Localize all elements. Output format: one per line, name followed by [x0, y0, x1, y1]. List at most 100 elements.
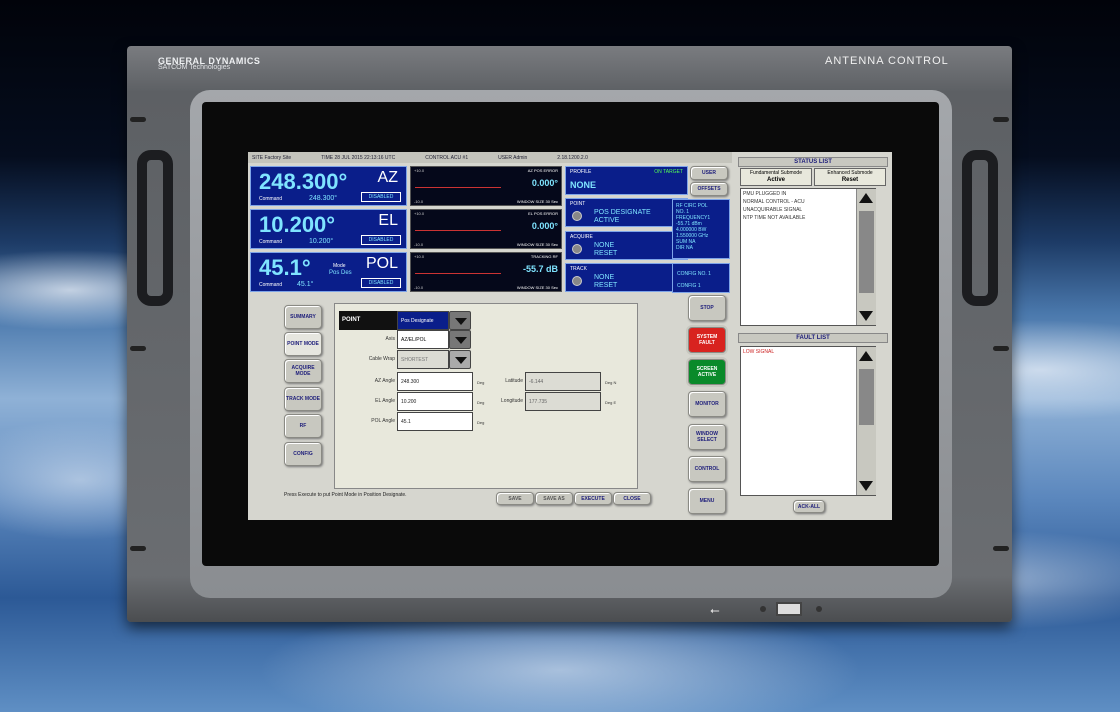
save-as-button[interactable]: SAVE AS	[535, 492, 573, 505]
chevron-down-icon[interactable]	[449, 311, 471, 330]
latitude-field: -6.144	[525, 372, 601, 391]
rf-status-box: RF CIRC POL NO. 1 FREQUENCY1 -55.71 dBm …	[672, 199, 730, 259]
longitude-label: Longitude	[501, 398, 523, 404]
user-button[interactable]: USER	[690, 166, 728, 180]
status-list-scrollbar[interactable]	[856, 189, 876, 325]
tracking-rf-plot: +10.0 -10.0 TRACKING RF -55.7 dB WINDOW …	[410, 252, 562, 292]
track-status-box[interactable]: TRACK NONE RESET	[565, 263, 688, 292]
panel-header: POINT	[339, 311, 397, 330]
status-indicator-icon	[572, 244, 582, 254]
nav-track-mode-button[interactable]: TRACK MODE	[284, 387, 322, 411]
rack-hole	[130, 546, 146, 551]
pol-angle-label: POL Angle	[371, 418, 395, 424]
rf-line: DIR NA	[676, 245, 693, 251]
menu-button[interactable]: MENU	[688, 488, 726, 514]
scroll-up-icon[interactable]	[859, 193, 873, 203]
ack-all-button[interactable]: ACK-ALL	[793, 500, 825, 513]
chevron-down-icon[interactable]	[449, 330, 471, 349]
top-status-bar: SITE Factory Site TIME 28 JUL 2015 22:13…	[248, 152, 732, 163]
screw-icon	[760, 606, 766, 612]
mode-dropdown[interactable]: Pos Designate	[397, 311, 449, 330]
plot-top-label: +10.0	[414, 211, 425, 216]
plot-window: WINDOW SIZE 30 Sec	[516, 199, 558, 204]
rack-hole	[130, 346, 146, 351]
enhanced-submode-box: Enhanced Submode Reset	[814, 168, 886, 186]
rack-hole	[993, 117, 1009, 122]
device-title: ANTENNA CONTROL	[825, 55, 949, 67]
plot-bottom-label: -10.0	[414, 242, 424, 247]
usb-port[interactable]	[776, 602, 802, 616]
az-name: AZ	[377, 169, 398, 186]
screw-icon	[816, 606, 822, 612]
window-select-button[interactable]: WINDOW SELECT	[688, 424, 726, 450]
scroll-thumb[interactable]	[859, 211, 874, 293]
fault-list-scrollbar[interactable]	[856, 347, 876, 495]
enhanced-submode-value: Reset	[841, 177, 859, 183]
list-item: LOW SIGNAL	[743, 349, 775, 355]
scroll-down-icon[interactable]	[859, 481, 873, 491]
scroll-down-icon[interactable]	[859, 311, 873, 321]
pol-readout: 45.1° Mode Pos Des POL Command 45.1° DIS…	[250, 252, 407, 292]
az-command-value: 248.300°	[309, 195, 338, 202]
scroll-up-icon[interactable]	[859, 351, 873, 361]
close-button[interactable]: CLOSE	[613, 492, 651, 505]
el-angle-input[interactable]: 10.200	[397, 392, 473, 411]
usb-icon: ⭠	[710, 603, 720, 617]
track-label: TRACK	[570, 266, 587, 272]
el-readout: 10.200° EL Command 10.200° DISABLED	[250, 209, 407, 249]
el-command-value: 10.200°	[309, 238, 334, 245]
rack-hole	[130, 117, 146, 122]
plot-trace	[415, 273, 501, 274]
pol-angle-input[interactable]: 45.1	[397, 412, 473, 431]
pol-disabled-button[interactable]: DISABLED	[361, 278, 401, 288]
az-command-label: Command	[259, 196, 283, 202]
plot-heading: AZ POS ERROR	[527, 168, 558, 173]
execute-button[interactable]: EXECUTE	[574, 492, 612, 505]
scroll-thumb[interactable]	[859, 369, 874, 425]
plot-bottom-label: -10.0	[414, 199, 424, 204]
stop-button[interactable]: STOP	[688, 295, 726, 321]
pol-mode-label: Mode	[333, 263, 346, 269]
axis-dropdown[interactable]: AZ/EL/POL	[397, 330, 449, 349]
point-status-box[interactable]: POINT POS DESIGNATE ACTIVE	[565, 198, 688, 227]
config-line: CONFIG NO. 1	[677, 271, 711, 277]
az-disabled-button[interactable]: DISABLED	[361, 192, 401, 202]
system-fault-button[interactable]: SYSTEM FAULT	[688, 327, 726, 353]
nav-config-button[interactable]: CONFIG	[284, 442, 322, 466]
latitude-label: Latitude	[505, 378, 523, 384]
rack-hole	[993, 546, 1009, 551]
nav-point-mode-button[interactable]: POINT MODE	[284, 332, 322, 356]
el-disabled-button[interactable]: DISABLED	[361, 235, 401, 245]
monitor-button[interactable]: MONITOR	[688, 391, 726, 417]
plot-top-label: +10.0	[414, 168, 425, 173]
config-box[interactable]: CONFIG NO. 1 CONFIG 1	[672, 263, 730, 293]
status-indicator-icon	[572, 211, 582, 221]
nav-acquire-mode-button[interactable]: ACQUIRE MODE	[284, 359, 322, 383]
cable-wrap-dropdown[interactable]: SHORTEST	[397, 350, 449, 369]
longitude-field: 177.735	[525, 392, 601, 411]
el-angle-label: EL Angle	[375, 398, 395, 404]
acquire-status-box[interactable]: ACQUIRE NONE RESET	[565, 231, 688, 260]
user-label: USER Admin	[498, 154, 528, 161]
offsets-button[interactable]: OFFSETS	[690, 182, 728, 196]
screen-active-button[interactable]: SCREEN ACTIVE	[688, 359, 726, 385]
plot-trace	[415, 187, 501, 188]
profile-value: NONE	[570, 180, 597, 190]
nav-rf-button[interactable]: RF	[284, 414, 322, 438]
pol-value: 45.1°	[259, 255, 311, 280]
chevron-down-icon[interactable]	[449, 350, 471, 369]
control-button[interactable]: CONTROL	[688, 456, 726, 482]
profile-box[interactable]: PROFILE ON TARGET NONE	[565, 166, 688, 195]
list-item: NORMAL CONTROL - ACU	[743, 199, 805, 205]
acquire-label: ACQUIRE	[570, 234, 593, 240]
nav-summary-button[interactable]: SUMMARY	[284, 305, 322, 329]
az-angle-input[interactable]: 248.300	[397, 372, 473, 391]
axis-label: Axis	[385, 336, 395, 342]
save-button[interactable]: SAVE	[496, 492, 534, 505]
el-error-plot: +10.0 -10.0 EL POS ERROR 0.000° WINDOW S…	[410, 209, 562, 249]
az-value: 248.300°	[259, 169, 348, 194]
fundamental-submode-box: Fundamental Submode Active	[740, 168, 812, 186]
list-item: NTP TIME NOT AVAILABLE	[743, 215, 806, 221]
list-item: UNACQUIRABLE SIGNAL	[743, 207, 803, 213]
plot-value: 0.000°	[531, 221, 558, 231]
